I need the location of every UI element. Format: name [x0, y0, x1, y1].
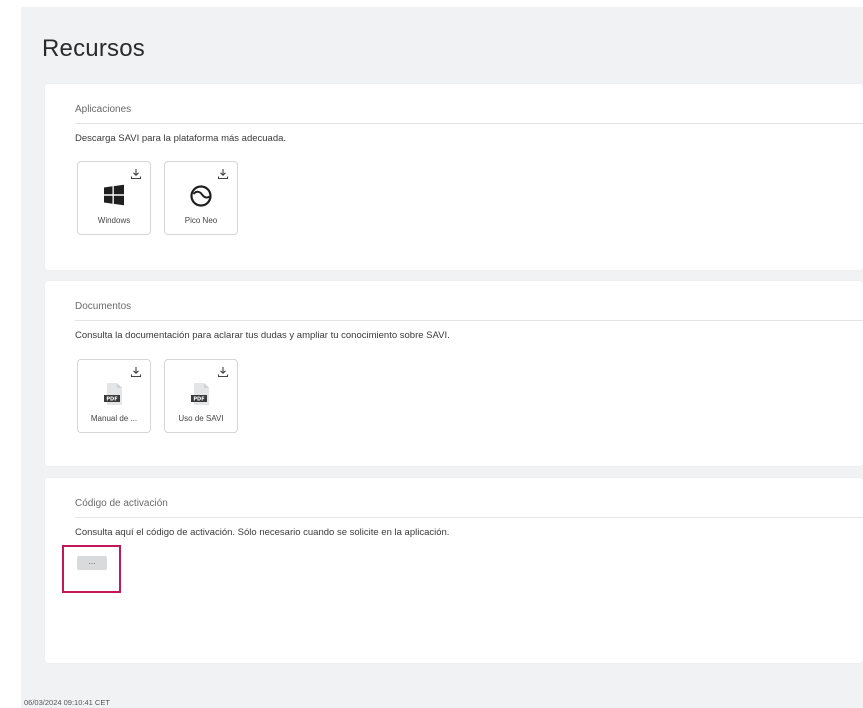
apps-description: Descarga SAVI para la plataforma más ade… [75, 133, 287, 144]
activation-description: Consulta aquí el código de activación. S… [75, 527, 450, 538]
apps-heading: Aplicaciones [75, 104, 132, 115]
activation-heading: Código de activación [75, 498, 168, 509]
resources-page: Recursos Aplicaciones Descarga SAVI para… [21, 7, 863, 708]
docs-description: Consulta la documentación para aclarar t… [75, 330, 450, 341]
highlight-box [62, 545, 121, 593]
divider [75, 517, 863, 518]
activation-card: Código de activación Consulta aquí el có… [45, 478, 863, 663]
docs-heading: Documentos [75, 301, 132, 312]
windows-icon [104, 184, 124, 206]
svg-text:PDF: PDF [106, 397, 117, 403]
download-icon [130, 367, 142, 378]
pdf-icon: PDF [104, 383, 122, 405]
download-icon [130, 169, 142, 180]
tile-label: Uso de SAVI [178, 414, 224, 423]
tile-label: Pico Neo [184, 216, 218, 225]
download-windows-button[interactable]: Windows [77, 161, 151, 235]
apps-card: Aplicaciones Descarga SAVI para la plata… [45, 84, 863, 270]
divider [75, 123, 863, 124]
download-uso-savi-button[interactable]: PDF Uso de SAVI [164, 359, 238, 433]
download-manual-button[interactable]: PDF Manual de ... [77, 359, 151, 433]
tile-label: Windows [97, 216, 131, 225]
download-icon [217, 367, 229, 378]
download-pico-neo-button[interactable]: Pico Neo [164, 161, 238, 235]
tile-label: Manual de ... [90, 414, 138, 423]
pdf-icon: PDF [191, 383, 209, 405]
download-icon [217, 169, 229, 180]
svg-text:PDF: PDF [193, 397, 204, 403]
pico-neo-icon [190, 185, 212, 207]
divider [75, 320, 863, 321]
docs-card: Documentos Consulta la documentación par… [45, 281, 863, 466]
page-title: Recursos [42, 35, 145, 62]
footer-timestamp: 06/03/2024 09:10:41 CET [24, 698, 110, 707]
